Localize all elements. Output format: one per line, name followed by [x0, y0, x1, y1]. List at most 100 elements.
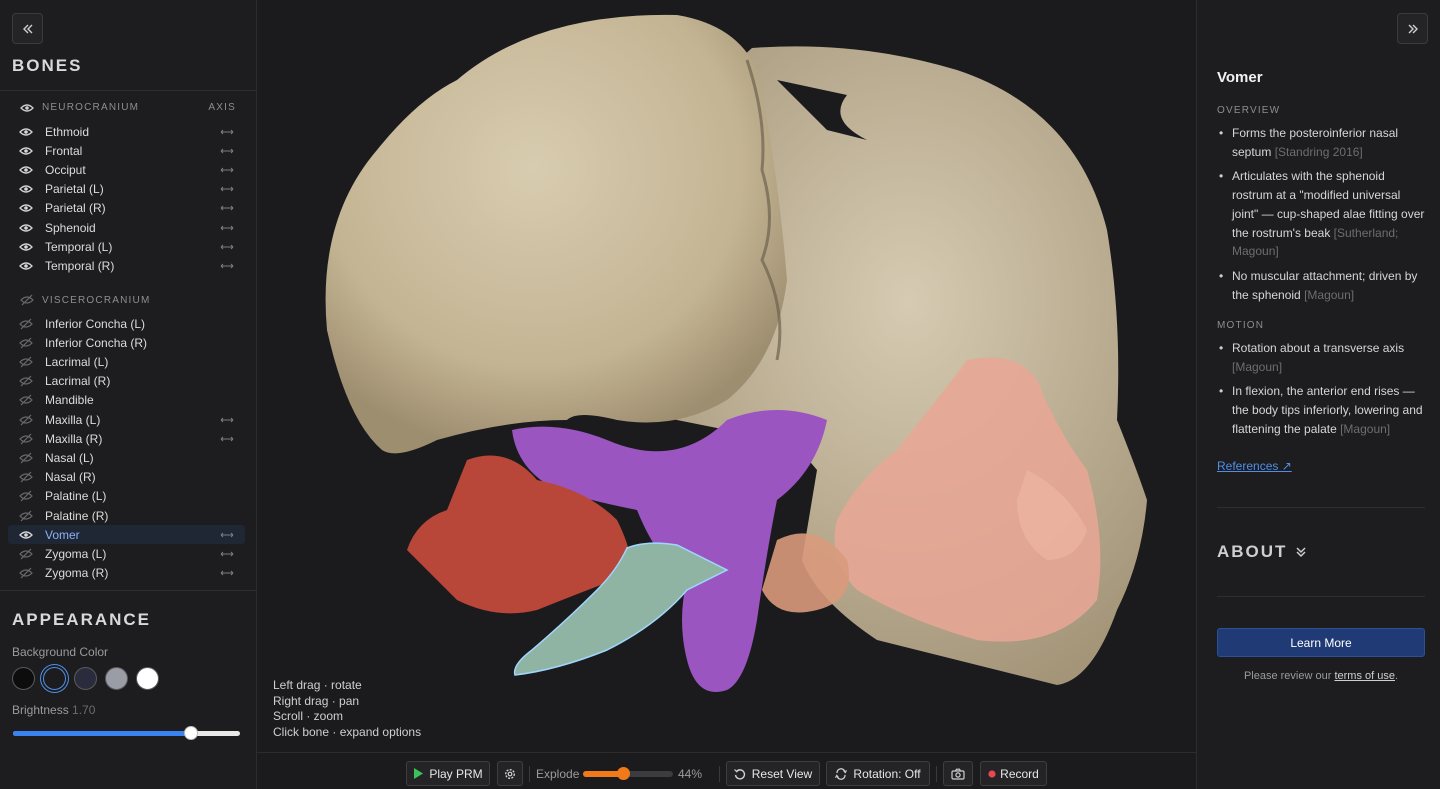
reset-label: Reset View	[751, 766, 813, 781]
divider	[1217, 507, 1425, 508]
bone-name: Temporal (R)	[45, 258, 115, 273]
rotation-toggle-button[interactable]: Rotation: Off	[826, 761, 930, 786]
bone-row-maxilla-l[interactable]: Maxilla (L)	[8, 410, 245, 429]
eye-off-icon[interactable]	[19, 394, 33, 406]
axis-arrows-icon[interactable]	[220, 244, 234, 250]
bone-name: Palatine (R)	[45, 508, 109, 523]
eye-icon[interactable]	[19, 242, 33, 252]
expand-panel-button[interactable]	[1397, 13, 1428, 44]
bone-row-nasal-l[interactable]: Nasal (L)	[8, 448, 245, 467]
skull-model[interactable]	[257, 0, 1196, 752]
axis-arrows-icon[interactable]	[220, 532, 234, 538]
divider	[529, 766, 530, 782]
eye-off-icon[interactable]	[19, 471, 33, 483]
explode-slider[interactable]	[583, 767, 673, 780]
bone-row-frontal[interactable]: Frontal	[8, 141, 245, 160]
eye-icon[interactable]	[19, 530, 33, 540]
axis-arrows-icon[interactable]	[220, 186, 234, 192]
citation: [Magoun]	[1232, 359, 1283, 374]
bone-row-inferior-concha-r[interactable]: Inferior Concha (R)	[8, 333, 245, 352]
axis-arrows-icon[interactable]	[220, 551, 234, 557]
bone-row-sphenoid[interactable]: Sphenoid	[8, 218, 245, 237]
bone-row-occiput[interactable]: Occiput	[8, 160, 245, 179]
terms-of-use-link[interactable]: terms of use	[1334, 670, 1395, 682]
details-panel: Vomer OVERVIEW Forms the posteroinferior…	[1196, 0, 1440, 789]
bone-name: Inferior Concha (R)	[45, 335, 148, 350]
bone-row-zygoma-r[interactable]: Zygoma (R)	[8, 564, 245, 583]
brightness-thumb[interactable]	[184, 726, 199, 740]
bone-row-parietal-l[interactable]: Parietal (L)	[8, 180, 245, 199]
axis-arrows-icon[interactable]	[220, 205, 234, 211]
eye-off-icon[interactable]	[19, 452, 33, 464]
double-chevron-left-icon	[22, 24, 32, 33]
bone-row-palatine-r[interactable]: Palatine (R)	[8, 506, 245, 525]
axis-arrows-icon[interactable]	[220, 167, 234, 173]
eye-icon[interactable]	[19, 146, 33, 156]
eye-icon[interactable]	[19, 261, 33, 271]
bone-row-maxilla-r[interactable]: Maxilla (R)	[8, 429, 245, 448]
axis-arrows-icon[interactable]	[220, 417, 234, 423]
axis-arrows-icon[interactable]	[220, 129, 234, 135]
brightness-slider[interactable]	[13, 726, 240, 740]
eye-off-icon[interactable]	[19, 375, 33, 387]
3d-viewport[interactable]: Left drag · rotate Right drag · pan Scro…	[257, 0, 1196, 752]
background-swatch[interactable]	[43, 667, 66, 690]
bone-row-nasal-r[interactable]: Nasal (R)	[8, 468, 245, 487]
bone-row-inferior-concha-l[interactable]: Inferior Concha (L)	[8, 314, 245, 333]
brightness-fill	[13, 731, 192, 736]
citation: [Magoun]	[1340, 421, 1391, 436]
references-link[interactable]: References ↗	[1217, 459, 1292, 473]
eye-icon[interactable]	[19, 127, 33, 137]
axis-arrows-icon[interactable]	[220, 263, 234, 269]
bones-panel: BONES NEUROCRANIUM AXIS Ethmoid Frontal Oc…	[0, 0, 257, 789]
eye-icon[interactable]	[19, 223, 33, 233]
eye-icon[interactable]	[20, 103, 34, 113]
bone-row-zygoma-l[interactable]: Zygoma (L)	[8, 544, 245, 563]
frontal-bone[interactable]	[325, 14, 787, 454]
bone-name: Temporal (L)	[45, 239, 113, 254]
eye-off-icon[interactable]	[19, 490, 33, 502]
eye-icon[interactable]	[19, 203, 33, 213]
bone-row-lacrimal-l[interactable]: Lacrimal (L)	[8, 352, 245, 371]
settings-button[interactable]	[497, 761, 523, 786]
eye-icon[interactable]	[19, 165, 33, 175]
about-toggle[interactable]: ABOUT	[1217, 542, 1307, 562]
eye-off-icon[interactable]	[19, 414, 33, 426]
learn-more-button[interactable]: Learn More	[1217, 628, 1425, 657]
bone-row-ethmoid[interactable]: Ethmoid	[8, 122, 245, 141]
eye-off-icon[interactable]	[19, 337, 33, 349]
bone-row-temporal-r[interactable]: Temporal (R)	[8, 256, 245, 275]
background-swatch[interactable]	[136, 667, 159, 690]
bone-row-lacrimal-r[interactable]: Lacrimal (R)	[8, 372, 245, 391]
axis-arrows-icon[interactable]	[220, 570, 234, 576]
eye-off-icon[interactable]	[20, 294, 34, 306]
screenshot-button[interactable]	[943, 761, 973, 786]
background-swatch[interactable]	[12, 667, 35, 690]
eye-icon[interactable]	[19, 184, 33, 194]
explode-thumb[interactable]	[616, 767, 630, 780]
bone-row-vomer[interactable]: Vomer	[8, 525, 245, 545]
eye-off-icon[interactable]	[19, 510, 33, 522]
bone-row-parietal-r[interactable]: Parietal (R)	[8, 199, 245, 218]
viscerocranium-header: VISCEROCRANIUM	[20, 294, 236, 306]
axis-arrows-icon[interactable]	[220, 148, 234, 154]
background-swatch[interactable]	[74, 667, 97, 690]
bone-name: Sphenoid	[45, 220, 96, 235]
collapse-panel-button[interactable]	[12, 13, 43, 44]
bone-row-temporal-l[interactable]: Temporal (L)	[8, 237, 245, 256]
bone-row-mandible[interactable]: Mandible	[8, 391, 245, 410]
bone-row-palatine-l[interactable]: Palatine (L)	[8, 487, 245, 506]
eye-off-icon[interactable]	[19, 433, 33, 445]
record-button[interactable]: Record	[980, 761, 1047, 786]
eye-off-icon[interactable]	[19, 318, 33, 330]
eye-off-icon[interactable]	[19, 548, 33, 560]
reset-view-button[interactable]: Reset View	[726, 761, 820, 786]
axis-arrows-icon[interactable]	[220, 436, 234, 442]
play-prm-button[interactable]: Play PRM	[406, 761, 490, 786]
explode-value: 44%	[678, 767, 703, 781]
eye-off-icon[interactable]	[19, 567, 33, 579]
background-swatch[interactable]	[105, 667, 128, 690]
eye-off-icon[interactable]	[19, 356, 33, 368]
axis-arrows-icon[interactable]	[220, 225, 234, 231]
play-label: Play PRM	[429, 766, 483, 781]
